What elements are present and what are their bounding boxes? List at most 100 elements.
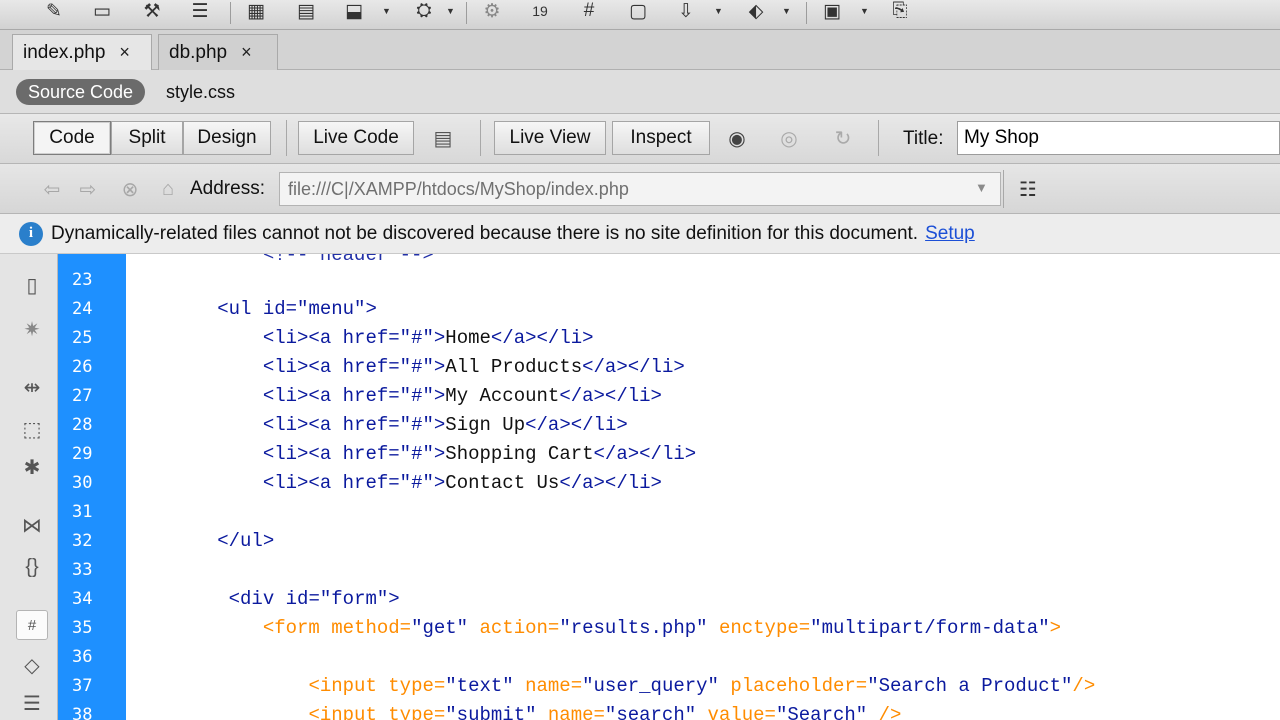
globe-icon[interactable]: ◉ (722, 124, 752, 152)
show-code-navigator-icon[interactable]: ✷ (16, 314, 48, 344)
code-line[interactable]: </ul> (126, 527, 274, 556)
code-token: "Search a Product" (867, 675, 1073, 697)
line-number: 38 (72, 705, 93, 720)
highlight-invalid-code-icon[interactable]: ◇ (16, 650, 48, 680)
hash-icon[interactable]: # (575, 0, 603, 22)
code-line[interactable]: <input type="text" name="user_query" pla… (126, 672, 1095, 701)
open-documents-icon[interactable]: ▯ (16, 270, 48, 300)
code-line[interactable]: <li><a href="#">Shopping Cart</a></li> (126, 440, 696, 469)
preview-icon[interactable]: ✎ (40, 0, 68, 22)
snippet-icon[interactable]: ⬖ (742, 0, 770, 22)
code-token: value= (696, 704, 776, 720)
live-view-button[interactable]: Live View (494, 121, 606, 155)
code-token: type= (388, 704, 446, 720)
code-token: "Search" (775, 704, 868, 720)
image-icon[interactable]: ⛭ (410, 0, 438, 22)
code-token: <input (308, 704, 389, 720)
collapse-full-tag-icon[interactable]: ⇹ (16, 372, 48, 402)
expand-all-icon[interactable]: ✱ (16, 452, 48, 482)
line-number: 24 (72, 299, 93, 319)
div-icon[interactable]: ▦ (242, 0, 270, 22)
chevron-down-icon[interactable]: ▼ (860, 6, 869, 16)
code-line[interactable]: <li><a href="#">Home</a></li> (126, 324, 594, 353)
source-code-button[interactable]: Source Code (16, 79, 146, 105)
code-token: href= (342, 356, 400, 378)
title-field[interactable] (957, 121, 1280, 155)
inspect-button[interactable]: Inspect (612, 121, 710, 155)
check-browser-compatibility-icon[interactable]: ▤ (428, 124, 458, 152)
close-icon[interactable]: × (119, 42, 130, 63)
code-token: href= (342, 327, 400, 349)
apply-comment-icon[interactable]: ☰ (16, 688, 48, 718)
code-token: action= (468, 617, 560, 639)
chevron-down-icon[interactable]: ▼ (782, 6, 791, 16)
code-line[interactable]: <ul id="menu"> (126, 295, 377, 324)
date-icon[interactable]: 19 (526, 0, 554, 22)
chevron-down-icon[interactable]: ▼ (714, 6, 723, 16)
home-icon[interactable]: ⌂ (154, 176, 182, 202)
code-token: id= (262, 298, 298, 320)
code-token: </a></li> (559, 472, 662, 494)
related-file-style-css[interactable]: style.css (166, 79, 235, 105)
insert-menu-icon[interactable]: ☰ (186, 0, 214, 22)
comment-icon[interactable]: ▢ (624, 0, 652, 22)
layout-icon[interactable]: ▤ (292, 0, 320, 22)
code-token: All Products (445, 356, 583, 378)
code-token: name= (513, 675, 583, 697)
code-token: <ul (217, 298, 263, 320)
code-token: </a></li> (593, 443, 697, 465)
chevron-down-icon[interactable]: ▼ (446, 6, 455, 16)
code-line[interactable]: <li><a href="#">All Products</a></li> (126, 353, 685, 382)
code-line[interactable]: <li><a href="#">Sign Up</a></li> (126, 411, 628, 440)
refresh-icon[interactable]: ↻ (828, 124, 858, 152)
split-view-button[interactable]: Split (111, 121, 183, 155)
close-icon[interactable]: × (241, 42, 252, 63)
title-label: Title: (903, 128, 944, 149)
code-token: "#" (399, 327, 434, 349)
select-parent-tag-icon[interactable]: ⋈ (16, 510, 48, 540)
tag-icon[interactable]: ⇩ (672, 0, 700, 22)
live-code-button[interactable]: Live Code (298, 121, 414, 155)
design-view-button[interactable]: Design (183, 121, 271, 155)
new-document-icon[interactable]: ▭ (88, 0, 116, 22)
line-number: 23 (72, 270, 93, 290)
code-line[interactable]: <form method="get" action="results.php" … (126, 614, 1061, 643)
tab-index-php[interactable]: index.php × (12, 34, 152, 70)
toolbar-separator (1003, 170, 1004, 208)
address-field[interactable] (279, 172, 1001, 206)
code-line[interactable]: <!-- header --> (126, 254, 434, 270)
code-token: <input (308, 675, 389, 697)
view-options-icon[interactable]: ☷ (1014, 176, 1042, 202)
chevron-down-icon[interactable]: ▼ (382, 6, 391, 16)
code-line[interactable]: <li><a href="#">Contact Us</a></li> (126, 469, 662, 498)
widget-icon[interactable]: ⚙ (478, 0, 506, 22)
toolbar-separator (466, 2, 467, 24)
insert-table-icon[interactable]: ⚒ (138, 0, 166, 22)
code-area[interactable]: <!-- header --> <ul id="menu"> <li><a hr… (126, 254, 1280, 720)
balance-braces-icon[interactable]: {} (16, 552, 48, 582)
tab-db-php[interactable]: db.php × (158, 34, 278, 70)
forward-arrow-icon[interactable]: ⇨ (74, 176, 102, 202)
back-arrow-icon[interactable]: ⇦ (38, 176, 66, 202)
library-icon[interactable]: ⎘ (886, 0, 914, 22)
toolbar-separator (878, 120, 879, 156)
media-icon[interactable]: ⬓ (340, 0, 368, 22)
line-numbers-icon[interactable]: # (16, 610, 48, 640)
code-view-button[interactable]: Code (33, 121, 111, 155)
code-token: "multipart/form-data" (810, 617, 1050, 639)
code-line[interactable]: <li><a href="#">My Account</a></li> (126, 382, 662, 411)
code-line[interactable]: <input type="submit" name="search" value… (126, 701, 901, 720)
setup-link[interactable]: Setup (925, 223, 975, 245)
collapse-selection-icon[interactable]: ⬚ (16, 414, 48, 444)
visual-aids-icon[interactable]: ◎ (774, 124, 804, 152)
code-token: > (433, 356, 446, 378)
line-number: 29 (72, 444, 93, 464)
stop-icon[interactable]: ⊗ (116, 176, 144, 202)
chevron-down-icon[interactable]: ▼ (975, 180, 988, 195)
code-editor[interactable]: ▯ ✷ ⇹ ⬚ ✱ ⋈ {} # ◇ ☰ 23 24 25 26 27 28 29 30 31 3… (0, 254, 1280, 720)
code-token: <div (228, 588, 286, 610)
code-token: enctype= (707, 617, 811, 639)
code-line[interactable]: <div id="form"> (126, 585, 400, 614)
code-token: type= (388, 675, 446, 697)
template-icon[interactable]: ▣ (818, 0, 846, 22)
